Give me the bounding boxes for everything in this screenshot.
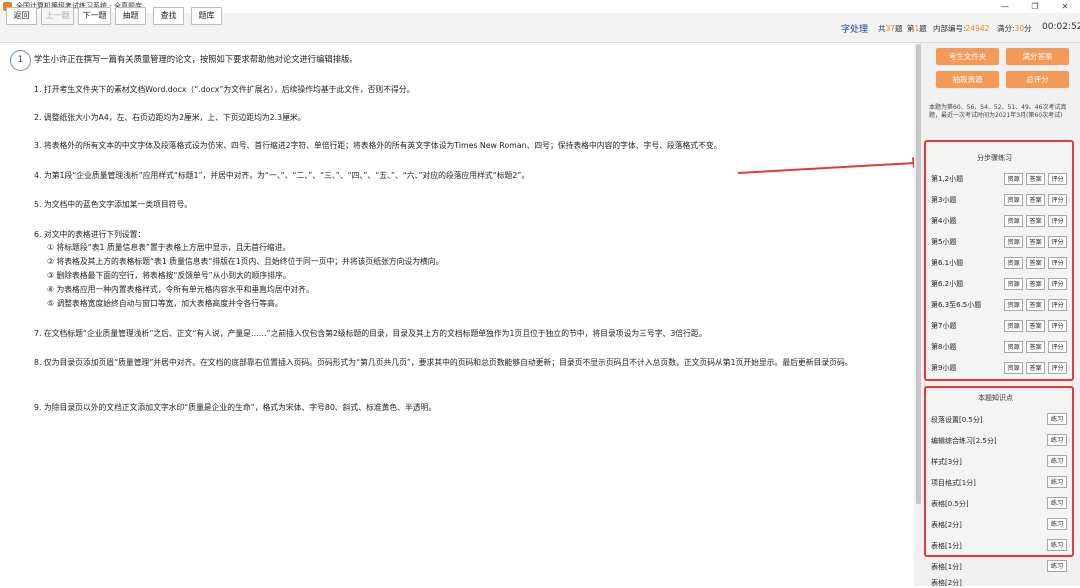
step-score-button[interactable]: 评分: [1048, 278, 1067, 290]
requirement-6-sub-4: ④ 为表格应用一种内置表格样式，令所有单元格内容水平和垂直均居中对齐。: [47, 285, 314, 294]
step-row-label: 第5小题: [931, 238, 957, 246]
requirement-6-sub-2: ② 将表格及其上方的表格标题“表1 质量信息表”排版在1页内、且始终位于同一页中…: [47, 257, 444, 266]
step-row-label: 第8小题: [931, 343, 957, 351]
knowledge-row-label: 表格[2分]: [931, 521, 962, 529]
knowledge-row-label: 表格[1分]: [931, 542, 962, 550]
next-question-button[interactable]: 下一题: [78, 7, 111, 25]
step-answer-button[interactable]: 答案: [1026, 215, 1045, 227]
minimize-button[interactable]: —: [990, 0, 1020, 13]
step-answer-button[interactable]: 答案: [1026, 236, 1045, 248]
knowledge-row-label: 段落设置[0.5分]: [931, 416, 983, 424]
step-resource-button[interactable]: 资源: [1004, 236, 1023, 248]
step-row-label: 第6.3至6.5小题: [931, 301, 982, 309]
step-row-label: 第7小题: [931, 322, 957, 330]
internal-id: 内部编号:24942: [933, 24, 990, 33]
current-index: 第1题: [907, 24, 927, 33]
knowledge-points-title: 本题知识点: [978, 394, 1013, 402]
requirement-7: 7. 在文档标题“企业质量管理浅析”之后、正文“有人说，产量是……”之前插入仅包…: [34, 329, 707, 338]
step-score-button[interactable]: 评分: [1048, 215, 1067, 227]
step-answer-button[interactable]: 答案: [1026, 194, 1045, 206]
requirement-9: 9. 为除目录页以外的文档正文添加文字水印“质量是企业的生命”，格式为宋体、字号…: [34, 403, 437, 412]
practice-button[interactable]: 练习: [1047, 476, 1067, 488]
step-row-label: 第9小题: [931, 364, 957, 372]
draw-question-button[interactable]: 抽题: [115, 7, 146, 25]
step-resource-button[interactable]: 资源: [1004, 320, 1023, 332]
requirement-8: 8. 仅为目录页添加页眉“质量管理”并居中对齐。在文档的底部靠右位置插入页码。页…: [34, 358, 853, 367]
knowledge-row-label: 表格[2分]: [931, 579, 962, 587]
step-score-button[interactable]: 评分: [1048, 194, 1067, 206]
step-row-label: 第6.1小题: [931, 259, 964, 267]
requirement-6-sub-3: ③ 删除表格最下面的空行，将表格按“反馈单号”从小到大的顺序排序。: [47, 271, 291, 280]
requirement-6-sub-1: ① 将标题段“表1 质量信息表”置于表格上方居中显示，且无首行缩进。: [47, 243, 291, 252]
knowledge-row-label: 编辑综合练习[2.5分]: [931, 437, 997, 445]
step-row-label: 第1,2小题: [931, 175, 964, 183]
requirement-4: 4. 为第1段“企业质量管理浅析”应用样式“标题1”，并居中对齐。为“一、”、“…: [34, 171, 530, 180]
requirement-6-sub-5: ⑤ 调整表格宽度始终自动与窗口等宽，加大表格高度并令各行等高。: [47, 299, 283, 308]
step-row-label: 第4小题: [931, 217, 957, 225]
requirement-2: 2. 调整纸张大小为A4，左、右页边距均为2厘米，上、下页边距均为2.3厘米。: [34, 113, 306, 122]
step-resource-button[interactable]: 资源: [1004, 257, 1023, 269]
prev-question-button[interactable]: 上一题: [41, 7, 74, 25]
back-button[interactable]: 返回: [6, 7, 37, 25]
practice-button[interactable]: 练习: [1047, 497, 1067, 509]
full-score-answer-button[interactable]: 满分答案: [1006, 48, 1069, 65]
knowledge-row-label: 表格[1分]: [931, 563, 962, 571]
practice-button[interactable]: 练习: [1047, 455, 1067, 467]
step-row-label: 第3小题: [931, 196, 957, 204]
step-resource-button[interactable]: 资源: [1004, 299, 1023, 311]
question-content: [0, 43, 914, 586]
requirement-1: 1. 打开考生文件夹下的素材文档Word.docx（“.docx”为文件扩展名）…: [34, 85, 415, 94]
step-answer-button[interactable]: 答案: [1026, 278, 1045, 290]
step-answer-button[interactable]: 答案: [1026, 320, 1045, 332]
total-count: 共37题: [878, 24, 903, 33]
question-bank-button[interactable]: 题库: [191, 7, 222, 25]
scrollbar-thumb[interactable]: [916, 44, 921, 504]
exam-history-note: 本题为第60、56、54、52、51、49、46次考试真题，最近一次考试时间为2…: [929, 104, 1067, 120]
step-resource-button[interactable]: 资源: [1004, 341, 1023, 353]
practice-button[interactable]: 练习: [1047, 518, 1067, 530]
step-practice-title: 分步骤练习: [977, 154, 1012, 162]
practice-button[interactable]: 练习: [1047, 560, 1067, 572]
requirement-6: 6. 对文中的表格进行下列设置：: [34, 230, 146, 239]
step-score-button[interactable]: 评分: [1048, 299, 1067, 311]
question-intro: 学生小许正在撰写一篇有关质量管理的论文，按照如下要求帮助他对论文进行编辑排版。: [34, 54, 358, 64]
step-resource-button[interactable]: 资源: [1004, 278, 1023, 290]
practice-button[interactable]: 练习: [1047, 539, 1067, 551]
extract-resource-button[interactable]: 抽取资源: [936, 71, 999, 88]
step-answer-button[interactable]: 答案: [1026, 257, 1045, 269]
practice-button[interactable]: 练习: [1047, 434, 1067, 446]
step-resource-button[interactable]: 资源: [1004, 194, 1023, 206]
requirement-3: 3. 将表格外的所有文本的中文字体及段落格式设为仿宋、四号、首行缩进2字符、单倍…: [34, 141, 722, 150]
timer: 00:02:52: [1042, 22, 1080, 32]
step-answer-button[interactable]: 答案: [1026, 362, 1045, 374]
knowledge-row-label: 项目格式[1分]: [931, 479, 976, 487]
step-answer-button[interactable]: 答案: [1026, 299, 1045, 311]
practice-button[interactable]: 练习: [1047, 413, 1067, 425]
subject-label: 字处理: [841, 25, 869, 35]
step-answer-button[interactable]: 答案: [1026, 341, 1045, 353]
step-score-button[interactable]: 评分: [1048, 320, 1067, 332]
step-score-button[interactable]: 评分: [1048, 173, 1067, 185]
knowledge-row-label: 样式[3分]: [931, 458, 962, 466]
step-resource-button[interactable]: 资源: [1004, 362, 1023, 374]
total-score-button[interactable]: 总评分: [1006, 71, 1069, 88]
step-score-button[interactable]: 评分: [1048, 362, 1067, 374]
maximize-button[interactable]: ❐: [1020, 0, 1050, 13]
requirement-5: 5. 为文档中的蓝色文字添加某一类项目符号。: [34, 200, 193, 209]
examinee-folder-button[interactable]: 考生文件夹: [936, 48, 999, 65]
step-row-label: 第6.2小题: [931, 280, 964, 288]
step-score-button[interactable]: 评分: [1048, 341, 1067, 353]
knowledge-points-panel: [924, 386, 1074, 557]
search-button[interactable]: 查找: [153, 7, 184, 25]
step-resource-button[interactable]: 资源: [1004, 173, 1023, 185]
full-score: 满分:30分: [997, 24, 1032, 33]
knowledge-row-label: 表格[0.5分]: [931, 500, 969, 508]
step-resource-button[interactable]: 资源: [1004, 215, 1023, 227]
close-button[interactable]: ✕: [1050, 0, 1080, 13]
question-number-badge: 1: [10, 50, 31, 71]
step-score-button[interactable]: 评分: [1048, 257, 1067, 269]
step-score-button[interactable]: 评分: [1048, 236, 1067, 248]
step-answer-button[interactable]: 答案: [1026, 173, 1045, 185]
